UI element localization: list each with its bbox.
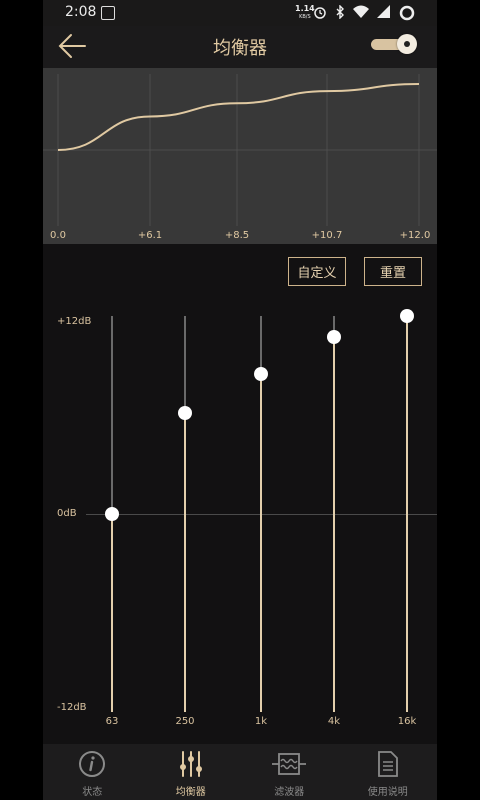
custom-button[interactable]: 自定义 bbox=[288, 257, 346, 286]
db-max-label: +12dB bbox=[57, 316, 92, 327]
equalizer-icon bbox=[179, 751, 202, 777]
status-bar: 2:08 1.14 KB/S bbox=[43, 0, 437, 26]
band-label-1k: 1k bbox=[254, 716, 268, 727]
slider-knob[interactable] bbox=[105, 507, 119, 521]
curve-label: +10.7 bbox=[311, 230, 343, 241]
notification-app-icon bbox=[101, 6, 115, 20]
slider-track-lower bbox=[111, 514, 113, 712]
nav-label-manual: 使用说明 bbox=[367, 787, 408, 798]
network-speed-value: 1.14 bbox=[295, 4, 315, 13]
status-icons bbox=[313, 5, 415, 21]
signal-icon bbox=[377, 5, 390, 18]
slider-track-upper bbox=[184, 316, 186, 414]
nav-label-filter: 滤波器 bbox=[274, 787, 305, 798]
curve-label: +6.1 bbox=[137, 230, 163, 241]
eq-curve-chart bbox=[43, 74, 437, 226]
band-slider-250[interactable] bbox=[175, 316, 195, 712]
nav-label-equalizer: 均衡器 bbox=[175, 787, 206, 798]
eq-curve-panel: 0.0 +6.1 +8.5 +10.7 +12.0 bbox=[43, 68, 437, 244]
db-min-label: -12dB bbox=[57, 702, 87, 713]
nav-item-status[interactable]: 状态 bbox=[43, 744, 142, 800]
band-label-4k: 4k bbox=[327, 716, 341, 727]
slider-track-upper bbox=[111, 316, 113, 514]
band-slider-16k[interactable] bbox=[397, 309, 417, 712]
curve-label: +12.0 bbox=[399, 230, 431, 241]
slider-track-lower bbox=[406, 316, 408, 712]
curve-label: +8.5 bbox=[224, 230, 250, 241]
slider-track-lower bbox=[184, 413, 186, 712]
slider-knob[interactable] bbox=[254, 366, 268, 381]
band-label-250: 250 bbox=[175, 716, 195, 727]
equalizer-toggle[interactable] bbox=[369, 34, 417, 54]
alarm-icon bbox=[314, 7, 326, 19]
curve-label: 0.0 bbox=[50, 230, 66, 241]
slider-knob[interactable] bbox=[400, 309, 414, 323]
nav-item-equalizer[interactable]: 均衡器 bbox=[142, 744, 241, 800]
battery-icon bbox=[399, 5, 415, 21]
slider-knob[interactable] bbox=[178, 406, 192, 421]
eq-curve-line bbox=[57, 83, 420, 151]
bottom-nav: 状态 均衡器 滤波器 使用说明 bbox=[43, 744, 437, 800]
band-label-16k: 16k bbox=[397, 716, 417, 727]
band-slider-63[interactable] bbox=[102, 316, 122, 712]
slider-track-lower bbox=[260, 373, 262, 712]
reset-button[interactable]: 重置 bbox=[364, 257, 422, 286]
info-icon bbox=[79, 751, 106, 777]
toggle-knob bbox=[397, 34, 417, 54]
filter-wave-icon bbox=[272, 753, 307, 775]
network-speed: 1.14 KB/S bbox=[295, 5, 315, 21]
slider-knob[interactable] bbox=[327, 330, 341, 345]
band-slider-4k[interactable] bbox=[324, 316, 344, 712]
nav-item-manual[interactable]: 使用说明 bbox=[339, 744, 438, 800]
app-header: 均衡器 bbox=[43, 26, 437, 68]
network-speed-unit: KB/S bbox=[299, 14, 311, 20]
document-icon bbox=[377, 751, 398, 777]
band-label-63: 63 bbox=[105, 716, 119, 727]
status-time: 2:08 bbox=[65, 4, 97, 20]
band-slider-1k[interactable] bbox=[251, 316, 271, 712]
bluetooth-icon bbox=[336, 5, 344, 19]
phone-screen: 2:08 1.14 KB/S 均衡器 0.0 +6.1 +8.5 +10.7 +… bbox=[43, 0, 437, 800]
wifi-icon bbox=[353, 5, 369, 18]
nav-item-filter[interactable]: 滤波器 bbox=[240, 744, 339, 800]
db-zero-label: 0dB bbox=[57, 508, 77, 519]
slider-track-lower bbox=[333, 337, 335, 712]
nav-label-status: 状态 bbox=[82, 787, 103, 798]
slider-track-upper bbox=[260, 316, 262, 374]
